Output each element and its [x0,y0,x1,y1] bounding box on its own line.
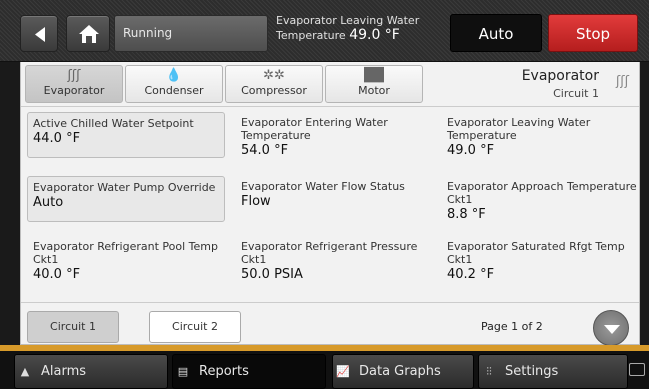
field-value: Flow [241,194,271,209]
entering-water-temp: Evaporator Entering Water Temperature 54… [241,116,439,157]
refrigerant-pool-temp: Evaporator Refrigerant Pool Temp Ckt1 40… [33,240,231,281]
field-label: Evaporator Refrigerant Pool Temp Ckt1 [33,240,218,266]
circuit-1-button[interactable]: Circuit 1 [27,311,119,343]
nav-label: Settings [505,364,559,379]
field-value: 49.0 °F [447,143,495,158]
approach-temp: Evaporator Approach Temperature Ckt1 8.8… [447,180,639,221]
field-value: 40.2 °F [447,267,495,282]
leaving-water-label-line1: Evaporator Leaving Water [276,14,420,27]
compressor-icon: ✲✲ [263,68,285,83]
settings-icon: ⫶⫶ [486,365,492,378]
droplets-icon: 💧 [165,68,183,83]
field-value: 40.0 °F [33,267,81,282]
tab-motor[interactable]: ▐█▌ Motor [325,65,423,103]
back-arrow-icon [35,27,45,42]
stop-button[interactable]: Stop [548,14,638,52]
bottom-nav: ▲ Alarms ▤ Reports 📈 Data Graphs ⫶⫶ Settings [0,345,649,389]
setpoint-field[interactable]: Active Chilled Water Setpoint 44.0 °F [27,112,225,158]
accent-strip [0,345,649,351]
field-label: Evaporator Water Flow Status [241,180,405,193]
report-icon: ▤ [177,365,189,378]
status-display: Running [114,15,268,52]
divider [21,106,639,107]
component-tabs: ʃʃʃ Evaporator 💧 Condenser ✲✲ Compressor… [25,65,425,103]
leaving-water-readout: Evaporator Leaving Water Temperature 49.… [276,14,419,43]
field-value: 44.0 °F [33,131,81,146]
field-label: Evaporator Approach Temperature Ckt1 [447,180,637,206]
motor-icon: ▐█▌ [359,68,389,83]
page-indicator: Page 1 of 2 [481,320,543,333]
top-bar: Running Evaporator Leaving Water Tempera… [0,0,649,62]
heat-wave-icon: ʃʃʃ [67,68,81,83]
tab-label: Evaporator [43,84,105,97]
circuit-2-button[interactable]: Circuit 2 [149,311,241,343]
leaving-water-value: 49.0 °F [349,27,400,43]
pump-override-field[interactable]: Evaporator Water Pump Override Auto [27,176,225,222]
water-flow-status: Evaporator Water Flow Status Flow [241,180,439,208]
field-value: Auto [33,195,64,210]
back-button[interactable] [20,15,58,52]
alarm-bell-icon: ▲ [20,365,30,378]
heat-wave-icon: ʃʃʃ [615,74,629,89]
nav-alarms[interactable]: ▲ Alarms [14,354,168,389]
field-value: 54.0 °F [241,143,289,158]
nav-data-graphs[interactable]: 📈 Data Graphs [332,354,474,389]
nav-label: Reports [199,364,249,379]
field-value: 50.0 PSIA [241,267,303,282]
section-subtitle: Circuit 1 [553,87,599,100]
field-label: Evaporator Water Pump Override [33,181,216,194]
home-icon [79,25,99,43]
tab-label: Motor [358,84,390,97]
status-text: Running [123,26,173,40]
field-value: 8.8 °F [447,207,486,222]
chat-icon[interactable] [629,363,645,376]
tab-label: Compressor [241,84,307,97]
field-label: Evaporator Saturated Rfgt Temp Ckt1 [447,240,625,266]
graph-icon: 📈 [336,365,350,378]
saturated-rfgt-temp: Evaporator Saturated Rfgt Temp Ckt1 40.2… [447,240,639,281]
leaving-water-label-line2: Temperature [276,29,346,42]
home-button[interactable] [66,15,110,52]
field-label: Evaporator Leaving Water Temperature [447,116,591,142]
leaving-water-temp: Evaporator Leaving Water Temperature 49.… [447,116,645,157]
field-label: Active Chilled Water Setpoint [33,117,194,130]
nav-label: Alarms [41,364,87,379]
tab-label: Condenser [144,84,204,97]
auto-button[interactable]: Auto [450,14,542,52]
field-label: Evaporator Entering Water Temperature [241,116,388,142]
section-title: Evaporator [521,68,599,84]
content-panel: ʃʃʃ Evaporator 💧 Condenser ✲✲ Compressor… [20,62,640,346]
field-label: Evaporator Refrigerant Pressure Ckt1 [241,240,418,266]
nav-label: Data Graphs [359,364,441,379]
refrigerant-pressure: Evaporator Refrigerant Pressure Ckt1 50.… [241,240,439,281]
tab-compressor[interactable]: ✲✲ Compressor [225,65,323,103]
nav-settings[interactable]: ⫶⫶ Settings [478,354,628,389]
divider [21,302,639,303]
tab-condenser[interactable]: 💧 Condenser [125,65,223,103]
tab-evaporator[interactable]: ʃʃʃ Evaporator [25,65,123,103]
page-down-button[interactable] [593,310,629,346]
nav-reports[interactable]: ▤ Reports [172,354,326,389]
